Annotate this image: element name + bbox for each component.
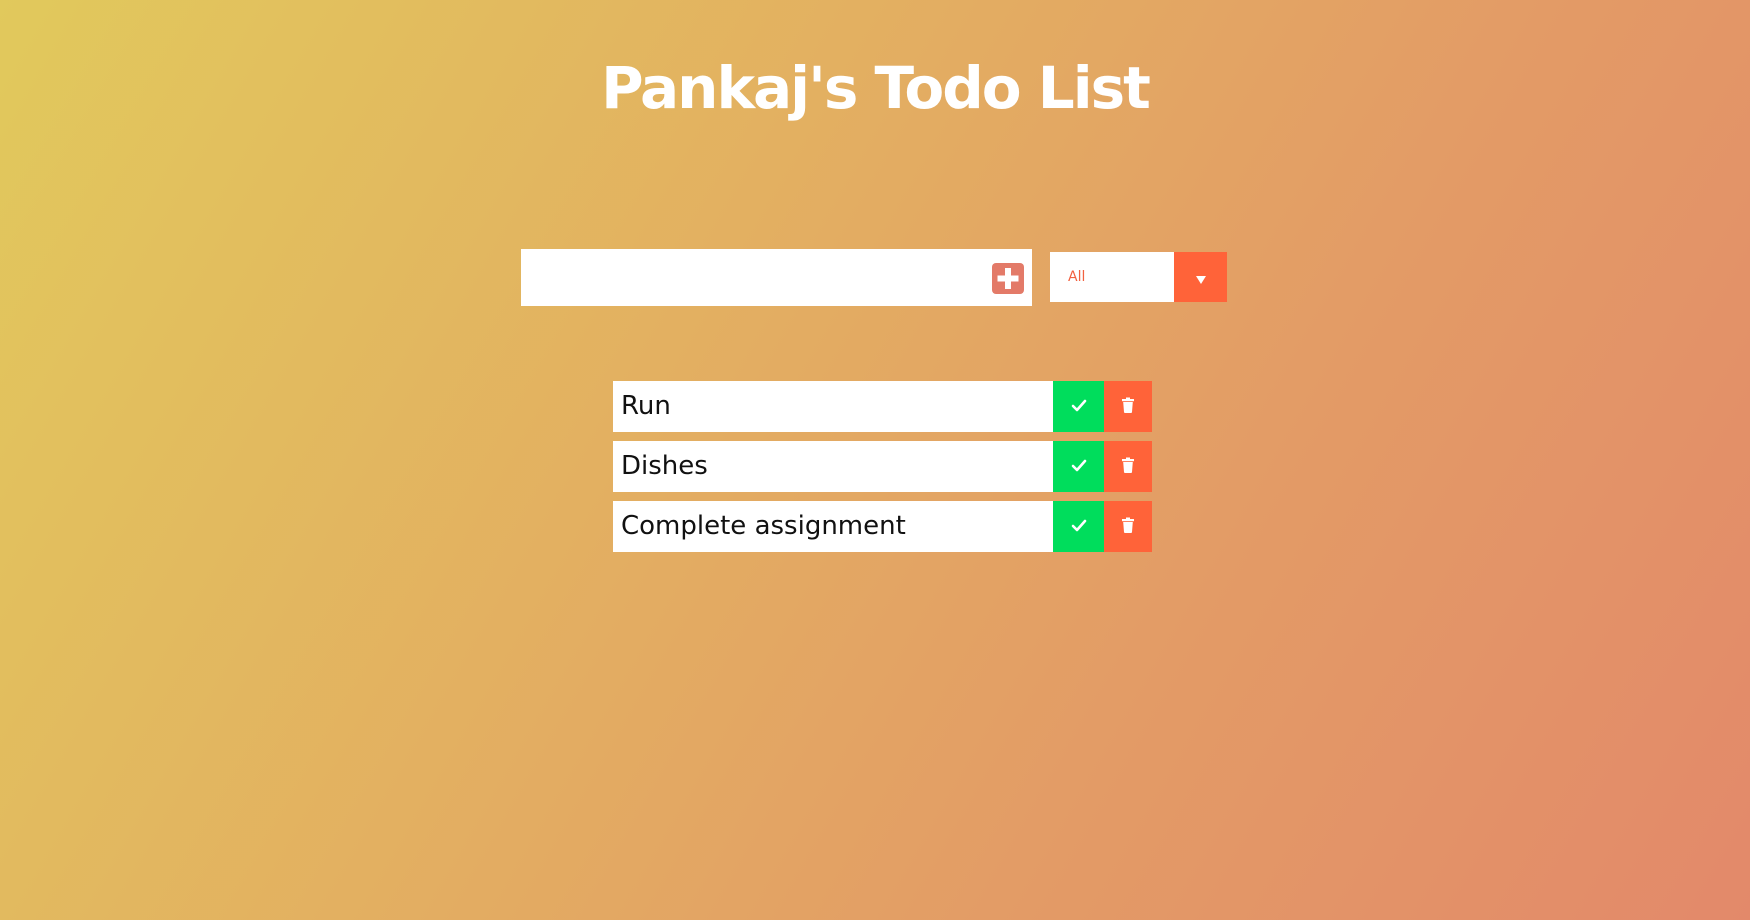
todo-form: All — [521, 249, 1227, 307]
complete-button[interactable] — [1053, 501, 1104, 552]
filter-selected-value: All — [1068, 269, 1086, 285]
todo-text: Dishes — [613, 441, 1053, 492]
check-icon — [1071, 459, 1087, 475]
todo-item: Dishes — [613, 441, 1152, 492]
delete-button[interactable] — [1104, 381, 1152, 432]
todo-item: Run — [613, 381, 1152, 432]
trash-icon — [1121, 397, 1135, 416]
filter-select[interactable]: All — [1050, 252, 1227, 302]
complete-button[interactable] — [1053, 381, 1104, 432]
delete-button[interactable] — [1104, 441, 1152, 492]
todo-item: Complete assignment — [613, 501, 1152, 552]
todo-input[interactable] — [521, 249, 961, 306]
check-icon — [1071, 519, 1087, 535]
trash-icon — [1121, 517, 1135, 536]
complete-button[interactable] — [1053, 441, 1104, 492]
plus-square-icon — [992, 263, 1024, 294]
add-todo-button[interactable] — [992, 263, 1024, 294]
delete-button[interactable] — [1104, 501, 1152, 552]
check-icon — [1071, 399, 1087, 415]
todo-list: Run Dishes Complete assignment — [613, 381, 1152, 561]
trash-icon — [1121, 457, 1135, 476]
todo-text: Run — [613, 381, 1053, 432]
todo-text: Complete assignment — [613, 501, 1053, 552]
caret-down-icon[interactable] — [1174, 252, 1227, 302]
todo-input-wrapper — [521, 249, 1032, 306]
page-title: Pankaj's Todo List — [601, 54, 1151, 122]
